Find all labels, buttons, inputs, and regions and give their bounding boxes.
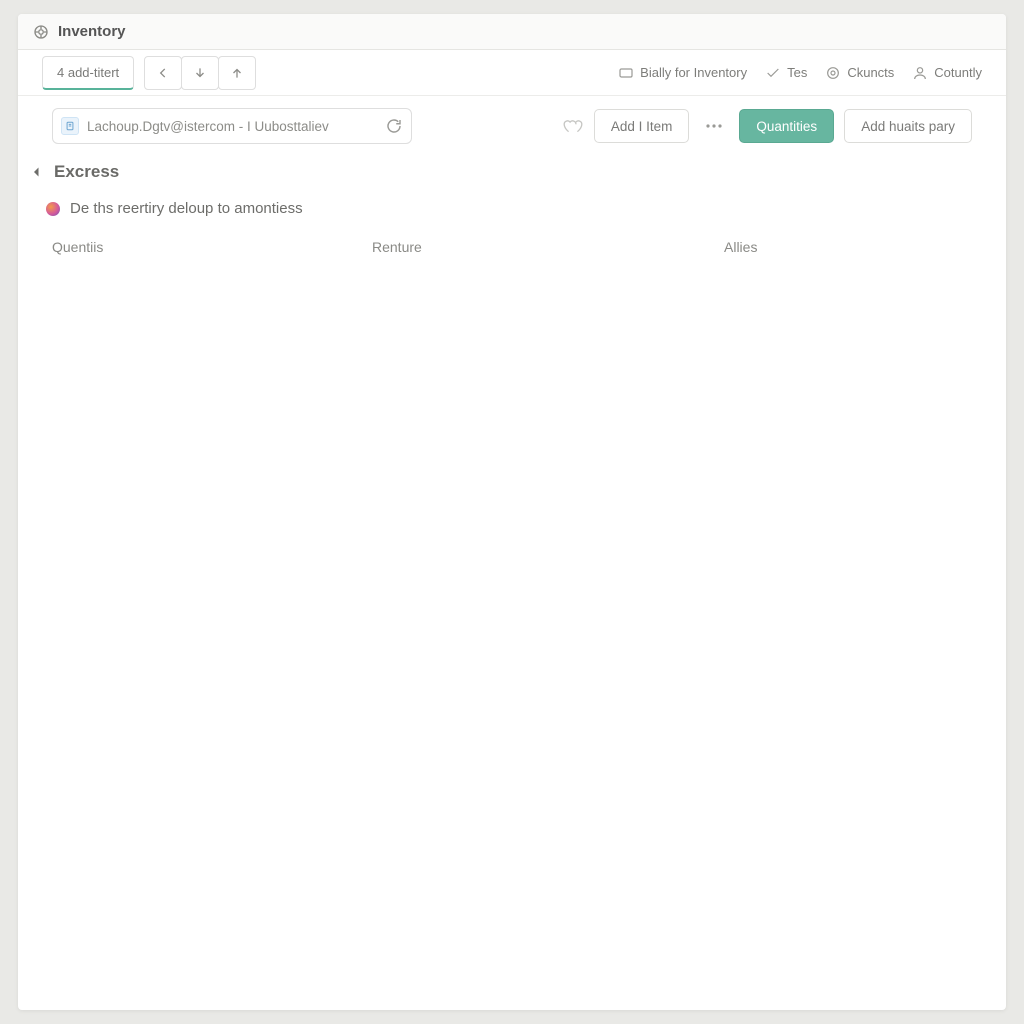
- link-counts[interactable]: Ckuncts: [825, 65, 894, 81]
- section-back-button[interactable]: [28, 163, 46, 181]
- link-label: Bially for Inventory: [640, 65, 747, 80]
- nav-group: [144, 56, 256, 90]
- tab-add-item[interactable]: 4 add-titert: [42, 56, 134, 90]
- subbar: Lachoup.Dgtv@istercom - I Uubosttaliev A…: [18, 96, 1006, 156]
- add-secondary-button[interactable]: Add huaits pary: [844, 109, 972, 143]
- page-title: Inventory: [58, 23, 126, 40]
- titlebar: Inventory: [18, 14, 1006, 50]
- record-type-icon: [61, 117, 79, 135]
- column-header-quantities[interactable]: Quentiis: [52, 239, 372, 255]
- info-row: De ths reertiry deloup to amontiess: [18, 186, 1006, 225]
- tab-label: 4 add-titert: [57, 65, 119, 80]
- column-header-allies[interactable]: Allies: [724, 239, 972, 255]
- nav-up-button[interactable]: [218, 56, 256, 90]
- favorite-button[interactable]: [562, 117, 584, 135]
- link-cotuntly[interactable]: Cotuntly: [912, 65, 982, 81]
- toolbar-links: Bially for Inventory Tes Ckuncts Cotuntl…: [618, 65, 982, 81]
- section-header: Excress: [18, 156, 1006, 186]
- button-label: Add huaits pary: [861, 119, 955, 134]
- app-logo-icon: [32, 23, 50, 41]
- button-label: Add I Item: [611, 119, 673, 134]
- section-title: Excress: [54, 162, 119, 182]
- app-window: Inventory 4 add-titert: [18, 14, 1006, 1010]
- lookup-value: Lachoup.Dgtv@istercom - I Uubosttaliev: [87, 119, 377, 134]
- add-item-button[interactable]: Add I Item: [594, 109, 690, 143]
- status-dot-icon: [46, 202, 60, 216]
- refresh-button[interactable]: [385, 117, 403, 135]
- button-label: Quantities: [756, 119, 817, 134]
- link-ready-for-inventory[interactable]: Bially for Inventory: [618, 65, 747, 81]
- toolbar: 4 add-titert Bially for Inventory: [18, 50, 1006, 96]
- column-header-renture[interactable]: Renture: [372, 239, 724, 255]
- quantities-button[interactable]: Quantities: [739, 109, 834, 143]
- nav-down-button[interactable]: [181, 56, 219, 90]
- link-label: Cotuntly: [934, 65, 982, 80]
- link-label: Tes: [787, 65, 807, 80]
- info-text: De ths reertiry deloup to amontiess: [70, 200, 303, 217]
- table-columns-header: Quentiis Renture Allies: [18, 225, 1006, 265]
- more-menu-button[interactable]: [699, 109, 729, 143]
- action-buttons: Add I Item Quantities Add huaits pary: [562, 109, 972, 143]
- link-tes[interactable]: Tes: [765, 65, 807, 81]
- link-label: Ckuncts: [847, 65, 894, 80]
- lookup-field[interactable]: Lachoup.Dgtv@istercom - I Uubosttaliev: [52, 108, 412, 144]
- nav-back-button[interactable]: [144, 56, 182, 90]
